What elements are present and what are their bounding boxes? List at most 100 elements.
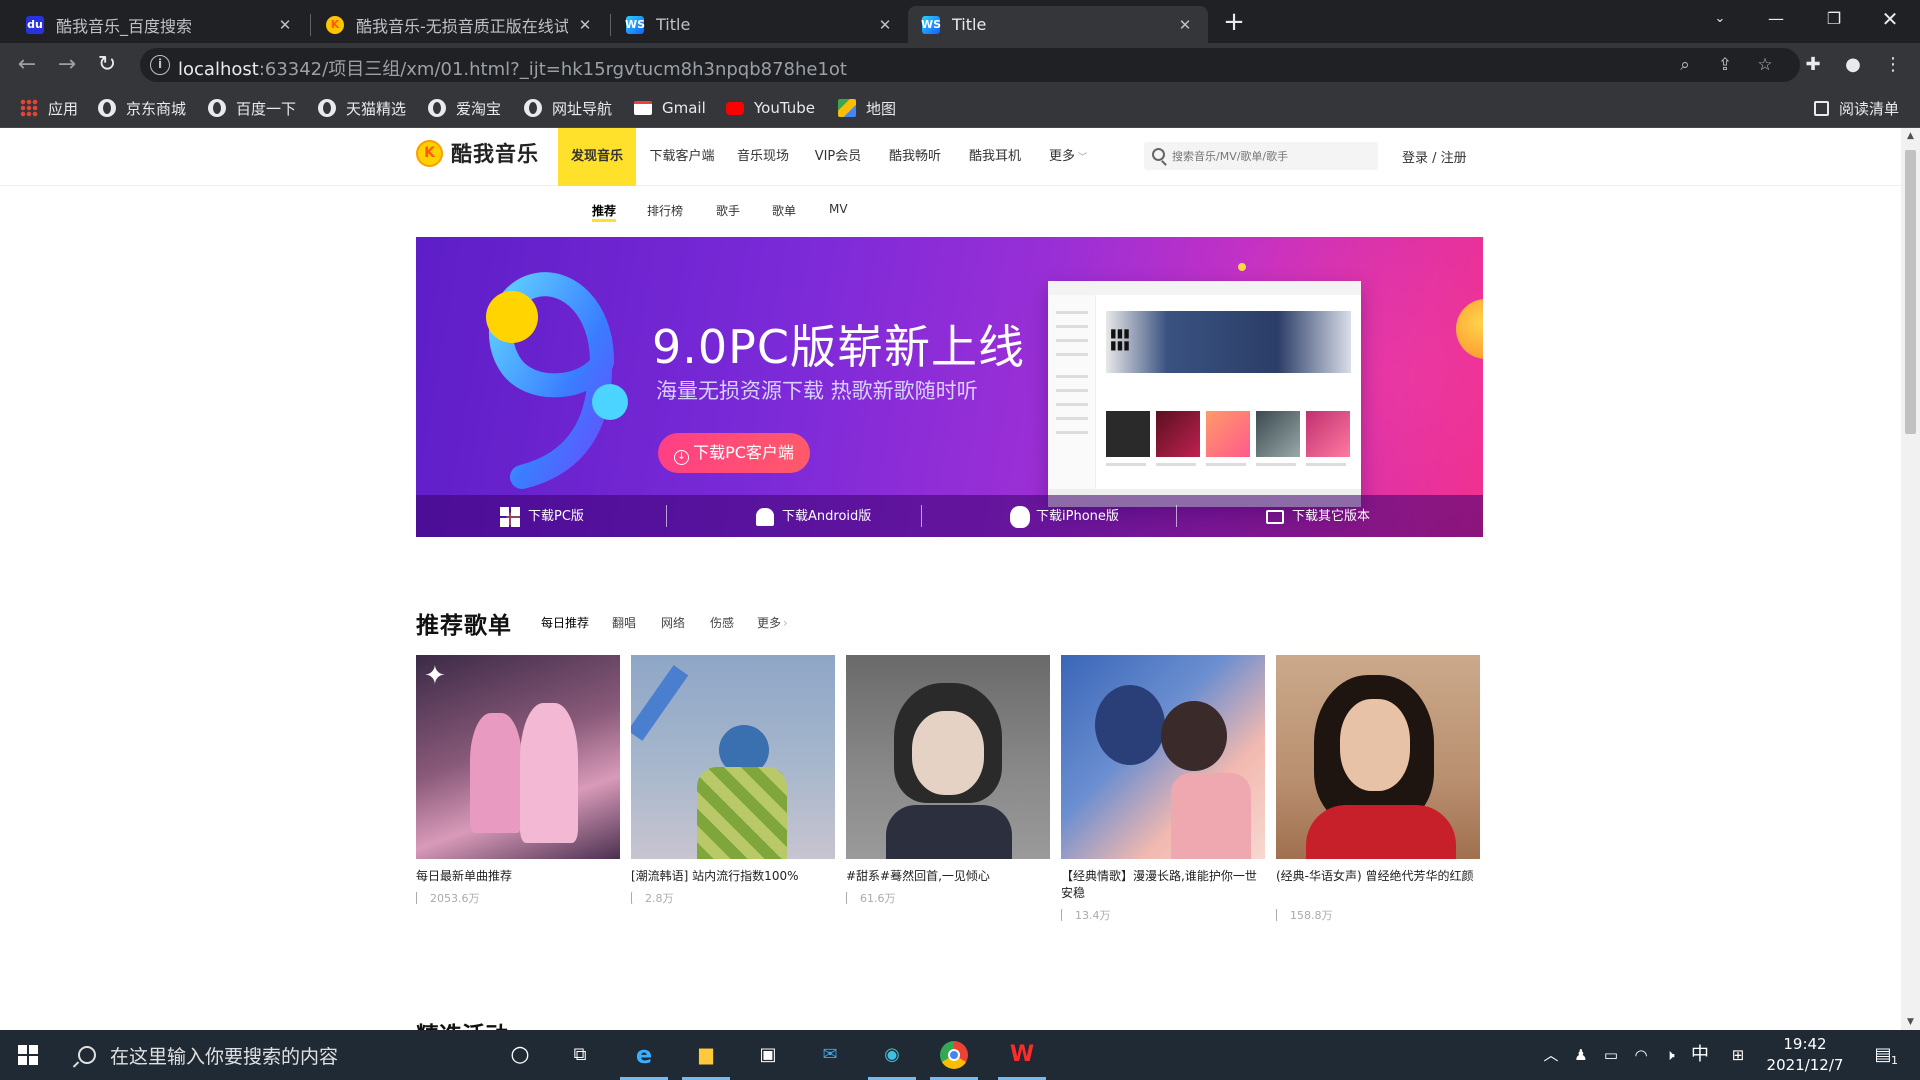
- volume-muted-icon[interactable]: 🕨: [1658, 1044, 1682, 1066]
- show-hidden-icons-chevron-icon[interactable]: ︿: [1540, 1044, 1562, 1066]
- download-pc-link[interactable]: 下载PC版: [500, 507, 584, 527]
- playlist-card[interactable]: [潮流韩语] 站内流行指数100% 2.8万: [631, 655, 836, 905]
- webstorm-taskbar-icon[interactable]: ◉: [868, 1039, 916, 1080]
- windows-start-icon[interactable]: [18, 1045, 38, 1065]
- new-tab-button[interactable]: +: [1220, 8, 1248, 36]
- subnav-charts[interactable]: 排行榜: [647, 202, 683, 219]
- scrollbar-thumb[interactable]: [1905, 150, 1916, 434]
- wps-icon[interactable]: W: [998, 1039, 1046, 1080]
- playlist-cover[interactable]: [846, 655, 1050, 859]
- login-register-link[interactable]: 登录 / 注册: [1402, 147, 1467, 166]
- tab-more[interactable]: 更多 ›: [757, 614, 788, 631]
- mail-icon[interactable]: ✉: [814, 1039, 846, 1071]
- browser-menu-icon[interactable]: ⋮: [1880, 52, 1906, 78]
- bookmark-apps[interactable]: 应用: [20, 97, 78, 119]
- bookmark-youtube[interactable]: YouTube: [726, 97, 815, 119]
- bookmark-star-icon[interactable]: ☆: [1754, 54, 1776, 76]
- tab-network[interactable]: 网络: [661, 614, 685, 631]
- playlist-card[interactable]: 【经典情歌】漫漫长路,谁能护你一世安稳 13.4万: [1061, 655, 1266, 922]
- ime-indicator[interactable]: 中: [1688, 1044, 1712, 1066]
- download-android-link[interactable]: 下载Android版: [756, 507, 871, 527]
- playlist-card[interactable]: (经典-华语女声) 曾经绝代芳华的红颜 158.8万: [1276, 655, 1481, 922]
- tab-cover[interactable]: 翻唱: [612, 614, 636, 631]
- restore-button[interactable]: ❐: [1806, 0, 1862, 38]
- subnav-mv[interactable]: MV: [829, 202, 848, 216]
- file-explorer-icon[interactable]: ▆: [682, 1039, 730, 1080]
- nav-discover[interactable]: 发现音乐: [558, 128, 636, 186]
- playlist-card[interactable]: #甜系#蓦然回首,一见倾心 61.6万: [846, 655, 1051, 905]
- tab-daily[interactable]: 每日推荐: [541, 614, 590, 632]
- url-text[interactable]: localhost:63342/项目三组/xm/01.html?_ijt=hk1…: [178, 55, 847, 81]
- battery-icon[interactable]: ▭: [1600, 1044, 1622, 1066]
- playlist-title[interactable]: #甜系#蓦然回首,一见倾心: [846, 868, 1051, 885]
- nav-vip[interactable]: VIP会员: [808, 128, 868, 186]
- address-bar[interactable]: i localhost:63342/项目三组/xm/01.html?_ijt=h…: [140, 48, 1800, 82]
- subnav-playlists[interactable]: 歌单: [772, 202, 796, 219]
- bookmark-maps[interactable]: 地图: [838, 97, 896, 119]
- scroll-down-icon[interactable]: ▼: [1901, 1014, 1920, 1030]
- edge-icon[interactable]: e: [620, 1039, 668, 1080]
- tab-search-chevron-icon[interactable]: ⌄: [1692, 0, 1748, 38]
- scroll-up-icon[interactable]: ▲: [1901, 128, 1920, 144]
- kuwo-logo[interactable]: K 酷我音乐: [416, 138, 539, 168]
- minimize-button[interactable]: —: [1748, 0, 1804, 38]
- playlist-cover[interactable]: ✦: [416, 655, 620, 859]
- bookmark-gmail[interactable]: Gmail: [634, 97, 706, 119]
- bookmark-aitaobao[interactable]: 爱淘宝: [428, 97, 501, 119]
- close-window-button[interactable]: ✕: [1862, 0, 1918, 38]
- cortana-icon[interactable]: ○: [504, 1039, 536, 1071]
- share-icon[interactable]: ⇪: [1714, 54, 1736, 76]
- subnav-recommend[interactable]: 推荐: [592, 202, 617, 222]
- playlist-title[interactable]: 每日最新单曲推荐: [416, 868, 621, 885]
- tab-sad[interactable]: 伤感: [710, 614, 734, 631]
- download-pc-client-button[interactable]: ↓ 下载PC客户端: [658, 433, 810, 473]
- reload-icon[interactable]: ↻: [92, 50, 122, 80]
- bookmark-tmall[interactable]: 天猫精选: [318, 97, 406, 119]
- close-tab-icon[interactable]: ✕: [1176, 16, 1194, 34]
- zoom-icon[interactable]: ⌕: [1674, 54, 1696, 76]
- notification-center-icon[interactable]: ▤ 1: [1868, 1044, 1898, 1067]
- browser-tab[interactable]: K 酷我音乐-无损音质正版在线试听 ✕: [312, 6, 608, 43]
- download-other-link[interactable]: 下载其它版本: [1266, 507, 1370, 527]
- close-tab-icon[interactable]: ✕: [576, 16, 594, 34]
- page-scrollbar[interactable]: ▲ ▼: [1901, 128, 1920, 1030]
- taskbar-search[interactable]: 在这里输入你要搜索的内容: [58, 1030, 498, 1080]
- close-tab-icon[interactable]: ✕: [876, 16, 894, 34]
- store-icon[interactable]: ▣: [752, 1039, 784, 1071]
- qq-tray-icon[interactable]: ♟: [1570, 1044, 1592, 1066]
- site-info-icon[interactable]: i: [150, 55, 170, 75]
- close-tab-icon[interactable]: ✕: [276, 16, 294, 34]
- promo-banner[interactable]: 9.0PC版崭新上线 海量无损资源下载 热歌新歌随时听 ↓ 下载PC客户端 ▮▮▮…: [416, 237, 1483, 537]
- nav-changting[interactable]: 酷我畅听: [882, 128, 948, 186]
- nav-download-client[interactable]: 下载客户端: [646, 128, 718, 186]
- browser-tab[interactable]: WS Title ✕: [612, 6, 908, 43]
- playlist-title[interactable]: [潮流韩语] 站内流行指数100%: [631, 868, 836, 885]
- bookmark-nav[interactable]: 网址导航: [524, 97, 612, 119]
- extensions-puzzle-icon[interactable]: ✚: [1800, 52, 1826, 78]
- profile-avatar-icon[interactable]: ●: [1840, 52, 1866, 78]
- playlist-cover[interactable]: [1276, 655, 1480, 859]
- ime-mode-icon[interactable]: ⊞: [1726, 1044, 1750, 1066]
- back-arrow-icon[interactable]: ←: [12, 50, 42, 80]
- browser-tab[interactable]: du 酷我音乐_百度搜索 ✕: [12, 6, 308, 43]
- taskbar-clock[interactable]: 19:42 2021/12/7: [1760, 1034, 1850, 1076]
- reading-list[interactable]: 阅读清单: [1814, 97, 1899, 119]
- browser-tab-active[interactable]: WS Title ✕: [908, 6, 1208, 43]
- nav-more[interactable]: 更多 ﹀: [1040, 128, 1096, 186]
- playlist-cover[interactable]: [631, 655, 835, 859]
- nav-live[interactable]: 音乐现场: [730, 128, 796, 186]
- site-search-input[interactable]: [1172, 146, 1372, 166]
- playlist-card[interactable]: ✦ 每日最新单曲推荐 2053.6万: [416, 655, 621, 905]
- wifi-icon[interactable]: ◠: [1630, 1044, 1652, 1066]
- bookmark-jd[interactable]: 京东商城: [98, 97, 186, 119]
- search-icon[interactable]: [1152, 148, 1165, 161]
- chrome-icon[interactable]: [930, 1039, 978, 1080]
- subnav-singers[interactable]: 歌手: [716, 202, 740, 219]
- download-iphone-link[interactable]: 下载iPhone版: [1010, 506, 1119, 528]
- bookmark-baidu[interactable]: 百度一下: [208, 97, 296, 119]
- playlist-title[interactable]: 【经典情歌】漫漫长路,谁能护你一世安稳: [1061, 868, 1266, 902]
- task-view-icon[interactable]: ⧉: [564, 1039, 596, 1071]
- playlist-title[interactable]: (经典-华语女声) 曾经绝代芳华的红颜: [1276, 868, 1481, 885]
- forward-arrow-icon[interactable]: →: [52, 50, 82, 80]
- playlist-cover[interactable]: [1061, 655, 1265, 859]
